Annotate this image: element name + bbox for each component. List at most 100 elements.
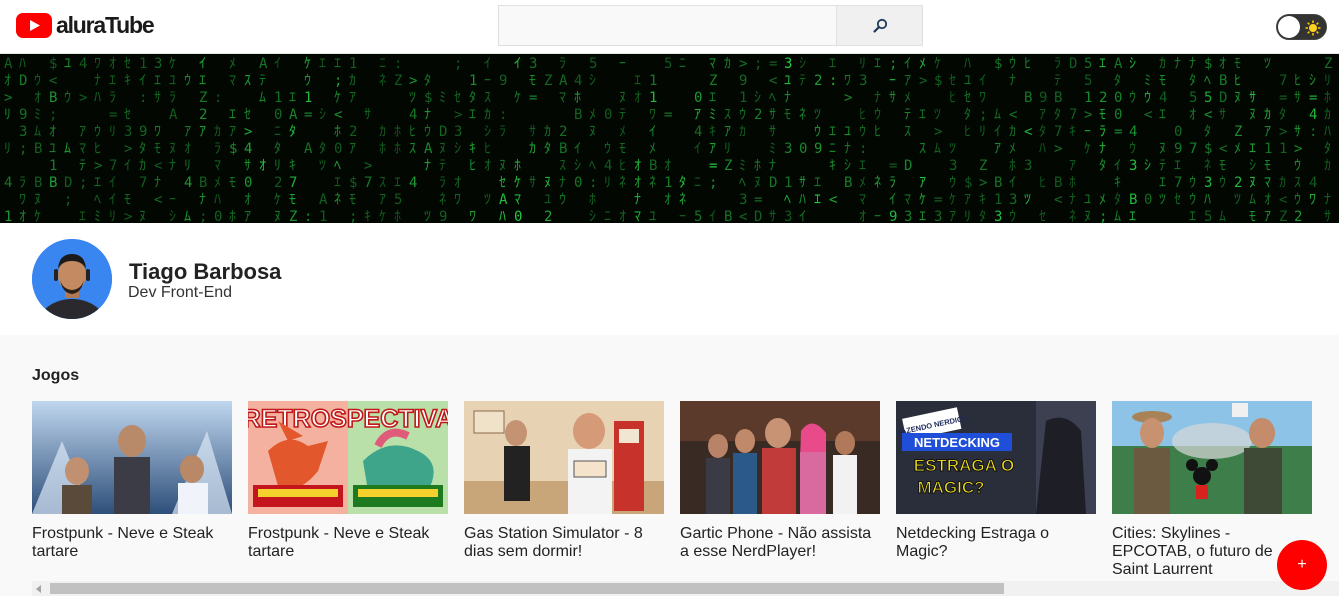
matrix-glyph: ﾇ xyxy=(589,124,596,140)
estraga-text: ESTRAGA O xyxy=(914,456,1014,475)
youtube-logo-icon xyxy=(16,12,52,38)
matrix-glyph: ﾀ xyxy=(289,124,296,140)
matrix-glyph: ｱ xyxy=(229,124,236,140)
matrix-glyph: 0 xyxy=(604,107,612,123)
matrix-glyph: ﾜ xyxy=(469,209,476,223)
matrix-glyph: ｱ xyxy=(1264,124,1271,140)
matrix-glyph: ｱ xyxy=(904,73,911,89)
matrix-glyph: B xyxy=(1054,90,1062,106)
video-thumbnail[interactable]: RETROSPECTIVA xyxy=(248,401,448,514)
matrix-glyph: ﾀ xyxy=(1279,107,1286,123)
matrix-glyph: ; xyxy=(79,175,87,191)
matrix-glyph: ﾐ xyxy=(739,158,746,174)
logo[interactable]: aluraTube xyxy=(16,12,155,38)
matrix-glyph: ﾎ xyxy=(1324,90,1331,106)
matrix-glyph: ﾂ xyxy=(814,107,821,123)
matrix-glyph: ｼ xyxy=(844,158,851,174)
matrix-glyph: 3 xyxy=(904,209,912,223)
matrix-glyph: ｴ xyxy=(1099,56,1106,72)
matrix-glyph: 3 xyxy=(784,56,792,72)
matrix-glyph: ｶ xyxy=(1264,107,1271,123)
matrix-glyph: ｶ xyxy=(739,124,746,140)
video-card[interactable]: RETROSPECTIVA Frostpunk - Neve e Steak t… xyxy=(248,401,448,561)
video-title[interactable]: Gas Station Simulator - 8 dias sem dormi… xyxy=(464,525,664,561)
video-card[interactable]: Frostpunk - Neve e Steak tartare xyxy=(32,401,232,561)
matrix-glyph: 9 xyxy=(499,73,507,89)
matrix-glyph: : xyxy=(304,209,312,223)
matrix-glyph: ﾃ xyxy=(619,107,626,123)
matrix-glyph: ﾈ xyxy=(874,175,881,191)
theme-toggle[interactable] xyxy=(1276,14,1327,40)
matrix-glyph: ﾈ xyxy=(619,175,626,191)
matrix-glyph: ; xyxy=(709,175,717,191)
matrix-glyph: ﾇ xyxy=(499,158,506,174)
matrix-glyph: ﾀ xyxy=(1114,192,1121,208)
matrix-glyph: > xyxy=(1084,107,1092,123)
matrix-glyph: ｵ xyxy=(1219,56,1226,72)
matrix-glyph: ｽ xyxy=(559,158,566,174)
matrix-glyph: ｾ xyxy=(454,90,461,106)
matrix-glyph: 3 xyxy=(859,73,867,89)
video-thumbnail[interactable]: FAZENDO NERDICE NETDECKING ESTRAGA O MAG… xyxy=(896,401,1096,514)
matrix-glyph: ﾓ xyxy=(1159,73,1166,89)
horizontal-scrollbar[interactable] xyxy=(32,581,1339,596)
video-thumbnail[interactable] xyxy=(680,401,880,514)
matrix-glyph: ｶ xyxy=(1324,107,1331,123)
matrix-glyph: 0 xyxy=(334,141,342,157)
matrix-glyph: ｲ xyxy=(484,56,491,72)
matrix-glyph: ﾍ xyxy=(334,158,341,174)
matrix-glyph: > xyxy=(409,73,417,89)
video-row[interactable]: Frostpunk - Neve e Steak tartare RETROSP… xyxy=(32,401,1339,581)
matrix-glyph: ｳ xyxy=(1009,56,1016,72)
matrix-glyph: D xyxy=(19,73,27,89)
matrix-glyph: $ xyxy=(994,56,1002,72)
matrix-glyph: Z xyxy=(724,158,732,174)
matrix-glyph: ｳ xyxy=(1009,209,1016,223)
video-card[interactable]: Gas Station Simulator - 8 dias sem dormi… xyxy=(464,401,664,561)
matrix-glyph: ｱ xyxy=(994,141,1001,157)
search-button[interactable] xyxy=(836,6,922,45)
video-card[interactable]: Gartic Phone - Não assista a esse NerdPl… xyxy=(680,401,880,561)
matrix-glyph: ｶ xyxy=(214,124,221,140)
matrix-glyph: 5 xyxy=(1084,73,1092,89)
video-title[interactable]: Netdecking Estraga o Magic? xyxy=(896,525,1096,561)
matrix-glyph: ﾅ xyxy=(559,175,566,191)
matrix-glyph: ﾅ xyxy=(1189,56,1196,72)
timeline: Jogos Frostpunk - Neve e Steak tartare R… xyxy=(0,335,1339,596)
avatar xyxy=(32,239,112,319)
matrix-glyph: ｲ xyxy=(514,56,521,72)
matrix-glyph: ﾈ xyxy=(379,73,386,89)
matrix-glyph: ﾎ xyxy=(514,158,521,174)
matrix-glyph: 1 xyxy=(649,73,657,89)
scroll-left-arrow-icon[interactable] xyxy=(36,585,41,593)
video-card[interactable]: FAZENDO NERDICE NETDECKING ESTRAGA O MAG… xyxy=(896,401,1096,561)
matrix-glyph: ﾅ xyxy=(94,73,101,89)
matrix-glyph: ; xyxy=(979,107,987,123)
video-title[interactable]: Frostpunk - Neve e Steak tartare xyxy=(32,525,232,561)
matrix-glyph: ﾆ xyxy=(694,175,701,191)
video-title[interactable]: Gartic Phone - Não assista a esse NerdPl… xyxy=(680,525,880,561)
matrix-glyph: 5 xyxy=(1204,90,1212,106)
matrix-glyph: B xyxy=(994,175,1002,191)
matrix-glyph: ｽ xyxy=(724,107,731,123)
scroll-thumb[interactable] xyxy=(50,583,1004,594)
add-video-button[interactable]: + xyxy=(1277,540,1327,590)
video-thumbnail[interactable] xyxy=(1112,401,1312,514)
video-title[interactable]: Frostpunk - Neve e Steak tartare xyxy=(248,525,448,561)
matrix-glyph: ｵ xyxy=(19,209,26,223)
matrix-glyph: 7 xyxy=(1174,175,1182,191)
matrix-glyph: ｹ xyxy=(169,56,176,72)
video-thumbnail[interactable] xyxy=(464,401,664,514)
matrix-glyph: ｲ xyxy=(649,124,656,140)
matrix-glyph: D xyxy=(904,158,912,174)
search-input[interactable] xyxy=(499,6,836,45)
matrix-glyph: ﾇ xyxy=(34,192,41,208)
matrix-glyph: ｴ xyxy=(289,90,296,106)
video-thumbnail[interactable] xyxy=(32,401,232,514)
matrix-glyph: 1 xyxy=(664,175,672,191)
matrix-glyph: ; xyxy=(49,107,57,123)
matrix-glyph: A xyxy=(289,107,298,123)
matrix-glyph: ｼ xyxy=(754,90,761,106)
matrix-glyph: ﾀ xyxy=(1054,107,1061,123)
matrix-glyph: ﾀ xyxy=(679,175,686,191)
